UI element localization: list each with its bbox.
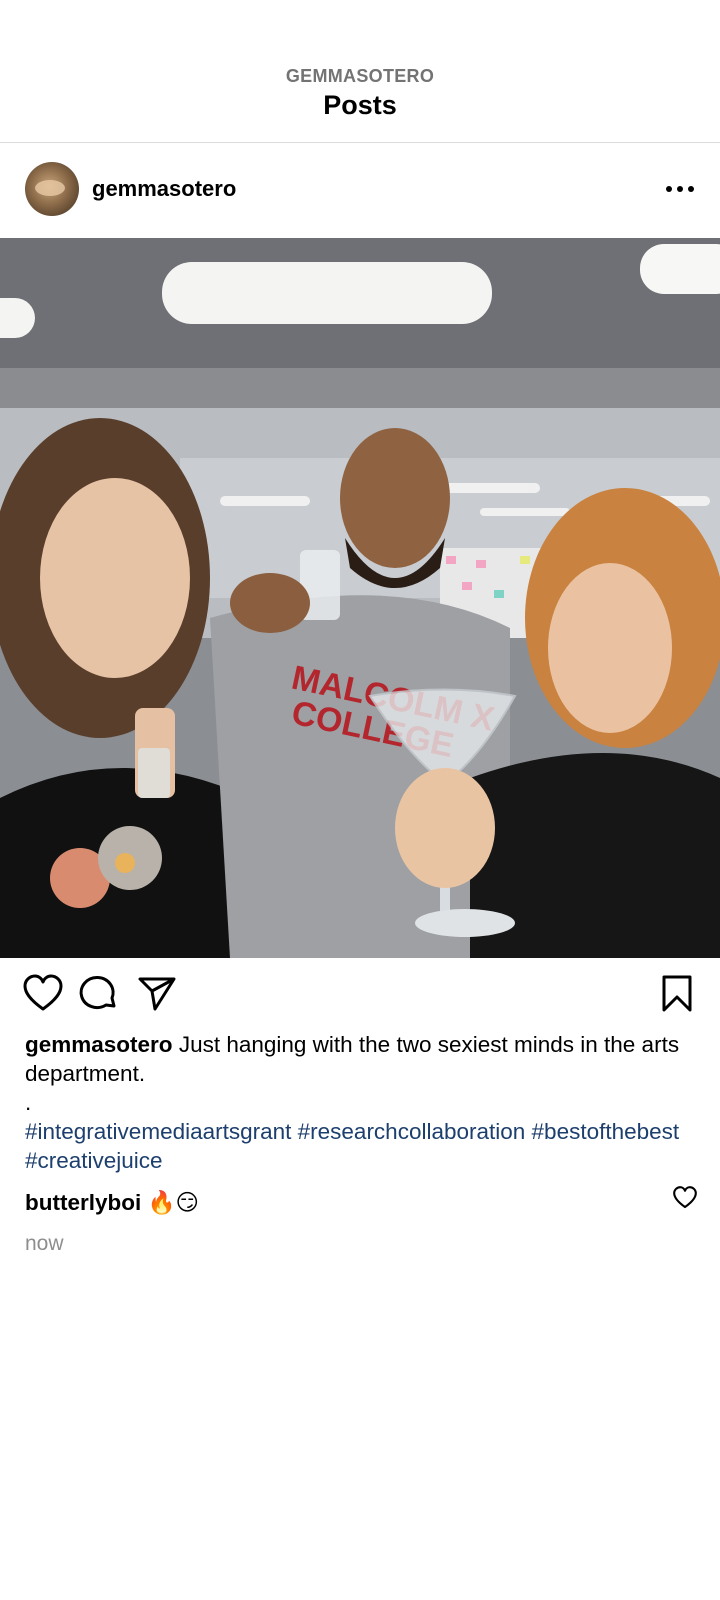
heart-icon[interactable] <box>23 974 63 1014</box>
comment-row: butterlyboi 🔥😏 <box>25 1188 199 1217</box>
page-title: Posts <box>323 90 397 120</box>
comment-icon[interactable] <box>79 974 119 1014</box>
avatar[interactable] <box>25 162 79 216</box>
comment-heart-icon[interactable] <box>673 1186 697 1210</box>
instagram-posts-screen: GEMMASOTERO Posts gemmasotero COLLEGE ge… <box>0 0 720 1600</box>
top-header: GEMMASOTERO Posts <box>0 0 720 143</box>
post-username[interactable]: gemmasotero <box>92 176 236 202</box>
comment-text: 🔥😏 <box>147 1190 199 1215</box>
post-timestamp: now <box>25 1232 64 1255</box>
comment-username[interactable]: butterlyboi <box>25 1190 141 1215</box>
caption-dot: . <box>25 1090 32 1115</box>
account-label: GEMMASOTERO <box>285 66 435 86</box>
post-header: gemmasotero <box>0 143 720 238</box>
caption-hashtags[interactable]: #integrativemediaartsgrant #researchcoll… <box>25 1119 679 1173</box>
more-options-icon[interactable] <box>664 179 700 199</box>
post-caption: gemmasotero Just hanging with the two se… <box>25 1030 695 1175</box>
send-icon[interactable] <box>137 974 177 1014</box>
bookmark-icon[interactable] <box>657 974 697 1014</box>
post-actions <box>0 958 720 1038</box>
post-photo[interactable]: MALCOLM X COLLEGE <box>0 238 720 958</box>
caption-username[interactable]: gemmasotero <box>25 1032 173 1057</box>
